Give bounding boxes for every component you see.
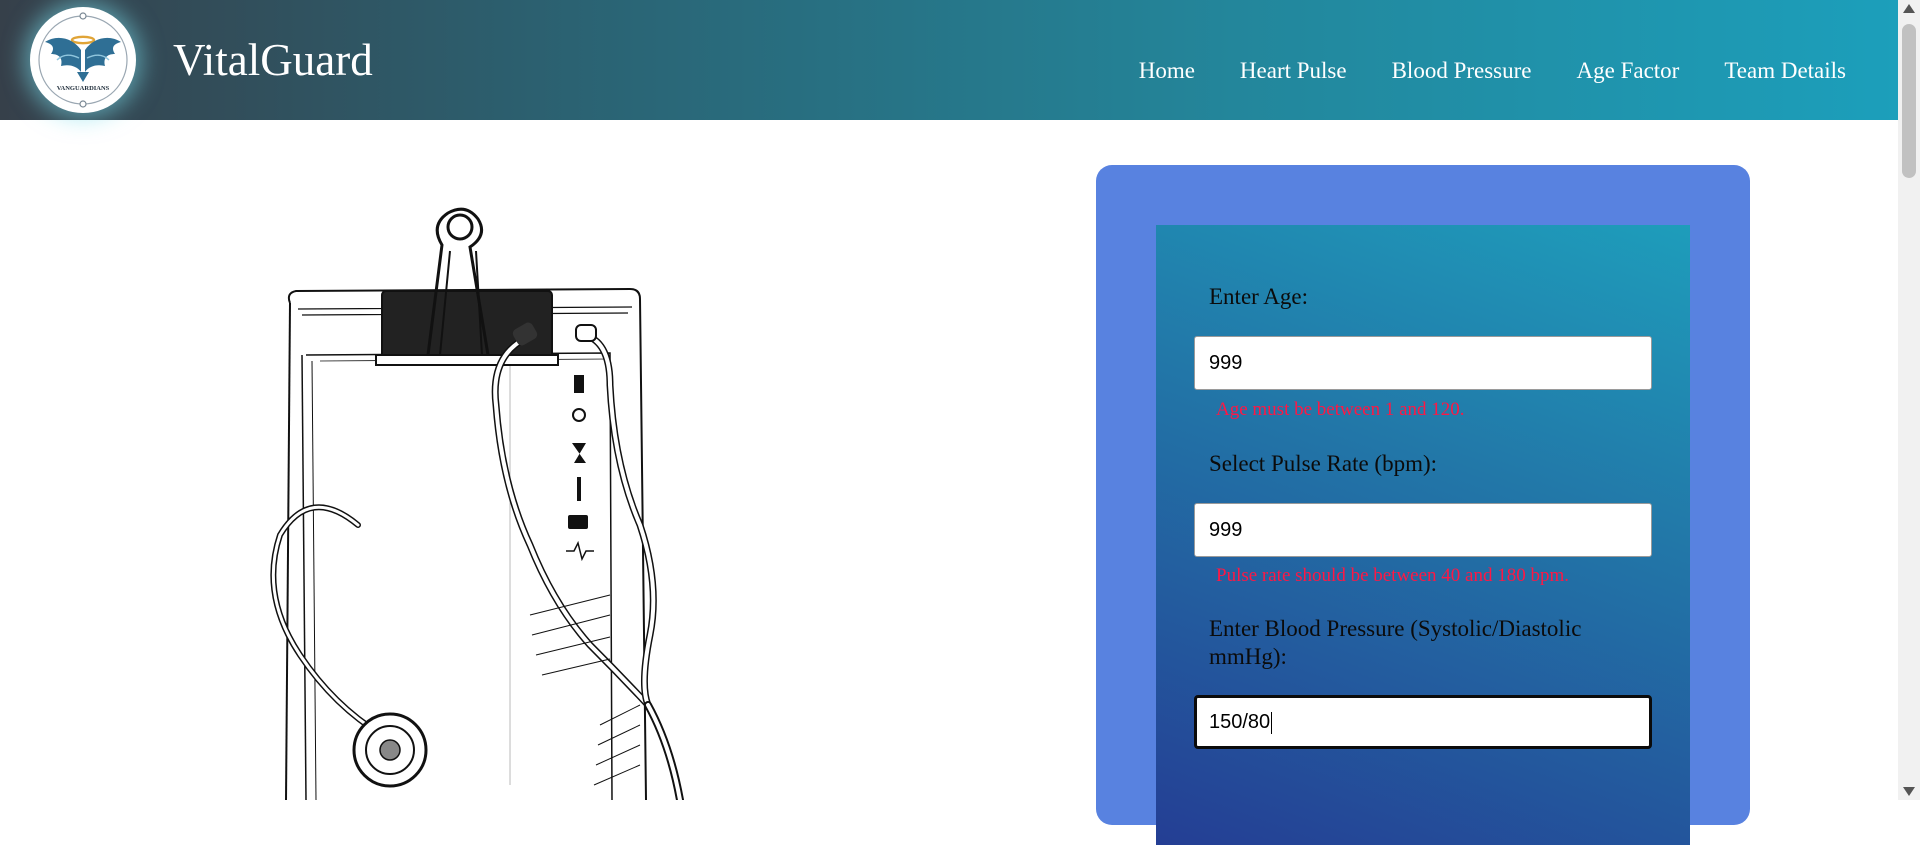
nav-blood-pressure[interactable]: Blood Pressure (1392, 56, 1532, 86)
logo-text: VANGUARDIANS (57, 85, 110, 92)
main-nav: Home Heart Pulse Blood Pressure Age Fact… (1139, 56, 1846, 86)
nav-team-details[interactable]: Team Details (1724, 56, 1846, 86)
bp-input[interactable]: 150/80 (1194, 695, 1652, 749)
scroll-thumb[interactable] (1902, 24, 1916, 178)
bp-label-line1: Enter Blood Pressure (Systolic/Diastolic (1209, 616, 1582, 641)
angel-wings-logo-icon: VANGUARDIANS (38, 12, 128, 108)
bp-label: Enter Blood Pressure (Systolic/Diastolic… (1209, 615, 1581, 671)
site-title[interactable]: VitalGuard (173, 34, 373, 86)
scroll-up-icon[interactable] (1903, 4, 1915, 13)
bp-input-value: 150/80 (1209, 711, 1271, 733)
vitals-card: Enter Age: 999 Age must be between 1 and… (1096, 165, 1750, 845)
text-caret (1271, 711, 1273, 734)
stethoscope-clipboard-illustration (170, 185, 730, 804)
nav-age-factor[interactable]: Age Factor (1577, 56, 1680, 86)
vitals-form: Enter Age: 999 Age must be between 1 and… (1156, 225, 1690, 845)
nav-heart-pulse[interactable]: Heart Pulse (1240, 56, 1347, 86)
bp-label-line2: mmHg): (1209, 644, 1287, 669)
scroll-down-icon[interactable] (1903, 787, 1915, 796)
age-error: Age must be between 1 and 120. (1216, 399, 1465, 420)
age-label: Enter Age: (1209, 284, 1308, 309)
site-header: VANGUARDIANS VitalGuard Home Heart Pulse… (0, 0, 1898, 120)
nav-home[interactable]: Home (1139, 56, 1195, 86)
age-input[interactable]: 999 (1194, 336, 1652, 390)
pulse-error: Pulse rate should be between 40 and 180 … (1216, 565, 1570, 586)
vanguardians-logo[interactable]: VANGUARDIANS (30, 7, 136, 113)
pulse-input[interactable]: 999 (1194, 503, 1652, 557)
pulse-label: Select Pulse Rate (bpm): (1209, 451, 1438, 476)
vertical-scrollbar[interactable] (1898, 0, 1920, 800)
